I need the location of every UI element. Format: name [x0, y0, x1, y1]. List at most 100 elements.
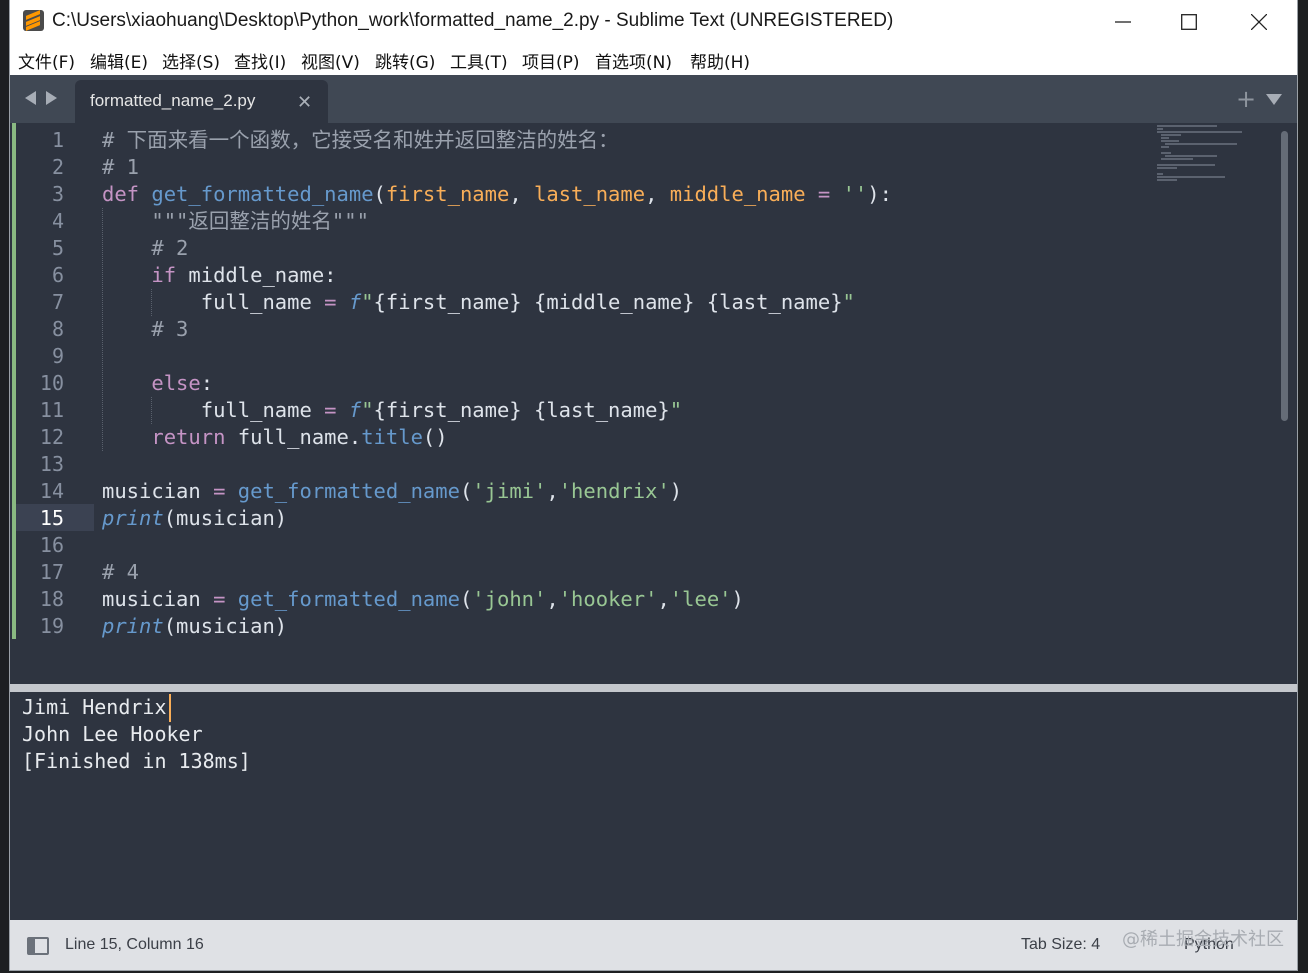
line-number: 5	[51, 236, 64, 260]
minimize-icon	[1115, 21, 1131, 23]
code-token: get_formatted_name	[237, 587, 460, 611]
line-number: 3	[51, 182, 64, 206]
code-token: {first_name} {middle_name} {last_name}	[373, 290, 843, 314]
panel-toggle-icon[interactable]	[27, 937, 49, 955]
code-token: ,	[657, 587, 670, 611]
code-line[interactable]: # 下面来看一个函数，它接受名和姓并返回整洁的姓名：	[102, 127, 892, 154]
code-line[interactable]: full_name = f"{first_name} {middle_name}…	[102, 289, 892, 316]
code-line[interactable]: # 3	[102, 316, 892, 343]
menu-goto[interactable]: 跳转(G)	[375, 48, 435, 73]
code-token: if	[151, 263, 177, 287]
code-line[interactable]: # 4	[102, 559, 892, 586]
code-token: 'john'	[472, 587, 547, 611]
editor-scrollbar[interactable]	[1281, 131, 1288, 421]
minimize-button[interactable]	[1090, 0, 1156, 44]
line-number: 1	[51, 128, 64, 152]
line-number: 6	[51, 263, 64, 287]
code-token: return	[151, 425, 226, 449]
code-line[interactable]: return full_name.title()	[102, 424, 892, 451]
code-line[interactable]: print(musician)	[102, 613, 892, 640]
maximize-button[interactable]	[1156, 0, 1222, 44]
code-token: # 下面来看一个函数，它接受名和姓并返回整洁的姓名：	[102, 128, 619, 152]
menu-edit[interactable]: 编辑(E)	[90, 48, 148, 73]
code-token: ):	[867, 182, 892, 206]
tab-size-setting[interactable]: Tab Size: 4	[1021, 936, 1100, 954]
build-output-panel[interactable]: Jimi Hendrix John Lee Hooker [Finished i…	[10, 692, 1297, 920]
code-line[interactable]: else:	[102, 370, 892, 397]
code-line[interactable]: full_name = f"{first_name} {last_name}"	[102, 397, 892, 424]
code-token: {first_name} {last_name}	[373, 398, 670, 422]
code-line[interactable]: if middle_name:	[102, 262, 892, 289]
tab-label: formatted_name_2.py	[90, 91, 256, 110]
code-editor[interactable]: 1 2 3 4 5 6 7 8 9 10 11 12 13 14 15 16 17 18 19 # 下面来看一个函数…	[10, 123, 1297, 684]
code-text[interactable]: # 下面来看一个函数，它接受名和姓并返回整洁的姓名： # 1 def get_for…	[102, 127, 892, 640]
code-token: def	[102, 182, 140, 206]
line-number-gutter: 1 2 3 4 5 6 7 8 9 10 11 12 13 14 15 16 17 18 19	[16, 127, 64, 640]
code-line[interactable]: ​	[102, 451, 892, 478]
minimap[interactable]	[1155, 125, 1245, 185]
line-number: 9	[51, 344, 64, 368]
panel-divider[interactable]	[10, 684, 1297, 692]
line-number: 18	[39, 587, 64, 611]
triangle-down-icon[interactable]	[1266, 94, 1282, 105]
close-button[interactable]	[1226, 0, 1292, 44]
line-number: 15	[39, 506, 64, 530]
line-number: 4	[51, 209, 64, 233]
tab-formatted-name-2[interactable]: formatted_name_2.py ✕	[75, 80, 328, 123]
code-token: # 1	[102, 155, 140, 179]
code-token: # 4	[102, 560, 140, 584]
code-token: middle_name:	[176, 263, 337, 287]
title-bar[interactable]: C:\Users\xiaohuang\Desktop\Python_work\f…	[10, 0, 1297, 44]
code-line[interactable]: ​	[102, 343, 892, 370]
line-number: 11	[39, 398, 64, 422]
code-line[interactable]: musician = get_formatted_name('jimi','he…	[102, 478, 892, 505]
menu-find[interactable]: 查找(I)	[234, 48, 286, 73]
output-line: Jimi Hendrix	[22, 695, 167, 719]
code-line[interactable]: musician = get_formatted_name('john','ho…	[102, 586, 892, 613]
line-number: 13	[39, 452, 64, 476]
close-icon	[1251, 14, 1267, 30]
code-token: =	[817, 182, 831, 206]
code-token: last_name	[534, 182, 646, 206]
sublime-window: C:\Users\xiaohuang\Desktop\Python_work\f…	[10, 0, 1297, 970]
code-line[interactable]: print(musician)	[102, 505, 892, 532]
output-line: John Lee Hooker	[22, 722, 203, 746]
menu-project[interactable]: 项目(P)	[522, 48, 580, 73]
menu-help[interactable]: 帮助(H)	[690, 48, 750, 73]
code-token: "	[361, 398, 374, 422]
code-token: ,	[509, 182, 534, 206]
line-number: 10	[39, 371, 64, 395]
code-line[interactable]: ​	[102, 532, 892, 559]
code-token: full_name	[102, 398, 325, 422]
menu-bar: 文件(F) 编辑(E) 选择(S) 查找(I) 视图(V) 跳转(G) 工具(T…	[10, 44, 1297, 75]
triangle-left-icon[interactable]	[25, 91, 36, 105]
code-line[interactable]: """返回整洁的姓名"""	[102, 208, 892, 235]
triangle-right-icon[interactable]	[46, 91, 57, 105]
menu-tools[interactable]: 工具(T)	[450, 48, 508, 73]
line-number: 7	[51, 290, 64, 314]
line-number: 2	[51, 155, 64, 179]
menu-view[interactable]: 视图(V)	[301, 48, 360, 73]
code-token: "	[842, 290, 855, 314]
code-token: ''	[842, 182, 868, 206]
plus-icon[interactable]: +	[1236, 85, 1256, 113]
code-token: ()	[422, 425, 448, 449]
code-token: =	[213, 479, 226, 503]
text-caret	[169, 694, 171, 722]
code-line[interactable]: # 1	[102, 154, 892, 181]
menu-preferences[interactable]: 首选项(N)	[595, 48, 672, 73]
line-number: 16	[39, 533, 64, 557]
menu-selection[interactable]: 选择(S)	[162, 48, 220, 73]
code-token: f	[348, 290, 362, 314]
code-line[interactable]: # 2	[102, 235, 892, 262]
x-icon[interactable]: ✕	[297, 92, 312, 113]
menu-file[interactable]: 文件(F)	[18, 48, 75, 73]
code-token: get_formatted_name	[151, 182, 374, 206]
line-number: 19	[39, 614, 64, 638]
code-line[interactable]: def get_formatted_name(first_name, last_…	[102, 181, 892, 208]
